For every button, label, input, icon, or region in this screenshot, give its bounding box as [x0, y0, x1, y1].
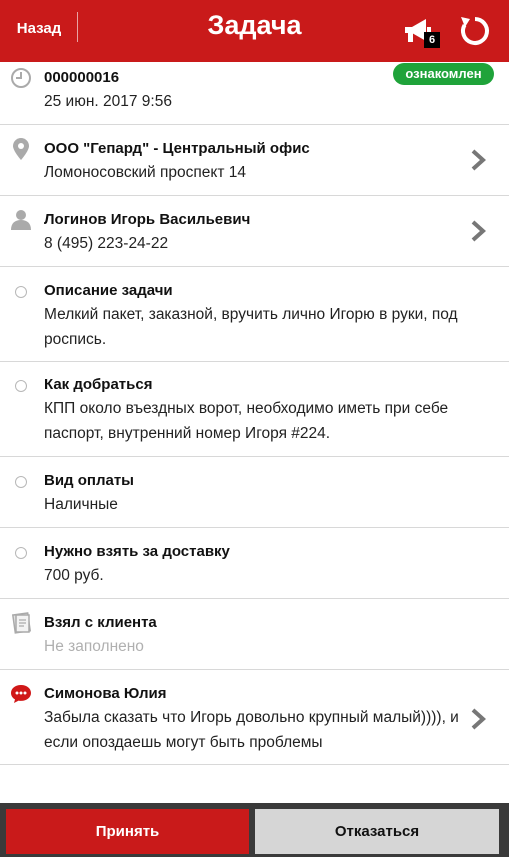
location-pin-icon: [10, 138, 32, 160]
payment-type-title: Вид оплаты: [44, 472, 134, 489]
refresh-button[interactable]: [455, 11, 495, 51]
description-title: Описание задачи: [44, 282, 173, 299]
task-description-row: Описание задачи Мелкий пакет, заказной, …: [0, 267, 509, 362]
task-datetime: 25 июн. 2017 9:56: [44, 93, 172, 110]
task-info-row: 000000016 25 июн. 2017 9:56 ознакомлен: [0, 62, 509, 125]
chat-bubble-icon: [10, 683, 32, 705]
app-header: Назад Задача 6: [0, 0, 509, 62]
client-name: ООО "Гепард" - Центральный офис: [44, 140, 310, 157]
person-icon: [10, 208, 32, 230]
contact-name: Логинов Игорь Васильевич: [44, 211, 251, 228]
radio-icon: [10, 471, 32, 493]
decline-button[interactable]: Отказаться: [255, 809, 499, 854]
client-address: Ломоносовский проспект 14: [44, 164, 247, 181]
action-bar: Принять Отказаться: [0, 803, 509, 857]
notification-count-badge: 6: [424, 32, 440, 48]
taken-from-client-row[interactable]: Взял с клиента Не заполнено: [0, 599, 509, 670]
clock-icon: [10, 67, 32, 89]
directions-row: Как добраться КПП около въездных ворот, …: [0, 362, 509, 457]
delivery-cost-title: Нужно взять за доставку: [44, 543, 230, 560]
delivery-cost-row: Нужно взять за доставку 700 руб.: [0, 528, 509, 599]
taken-from-client-value: Не заполнено: [44, 638, 144, 655]
chevron-right-icon: [471, 708, 486, 730]
contact-person-row[interactable]: Логинов Игорь Васильевич 8 (495) 223-24-…: [0, 196, 509, 267]
taken-from-client-title: Взял с клиента: [44, 614, 157, 631]
directions-text: КПП около въездных ворот, необходимо име…: [44, 400, 449, 442]
chevron-right-icon: [471, 220, 486, 242]
payment-type-value: Наличные: [44, 496, 118, 513]
payment-type-row: Вид оплаты Наличные: [0, 457, 509, 528]
status-badge: ознакомлен: [393, 63, 494, 85]
radio-icon: [10, 375, 32, 397]
announcements-button[interactable]: 6: [402, 12, 448, 52]
back-button[interactable]: Назад: [0, 0, 78, 56]
comment-row[interactable]: Симонова Юлия Забыла сказать что Игорь д…: [0, 670, 509, 765]
refresh-icon: [461, 17, 489, 45]
task-screen: Назад Задача 6 000000016 25 июн. 2017 9:…: [0, 0, 509, 857]
radio-icon: [10, 542, 32, 564]
description-text: Мелкий пакет, заказной, вручить лично Иг…: [44, 306, 458, 348]
comment-author: Симонова Юлия: [44, 685, 167, 702]
comment-text: Забыла сказать что Игорь довольно крупны…: [44, 709, 459, 751]
accept-button[interactable]: Принять: [6, 809, 249, 854]
directions-title: Как добраться: [44, 376, 153, 393]
chevron-right-icon: [471, 149, 486, 171]
contact-phone: 8 (495) 223-24-22: [44, 235, 169, 252]
client-address-row[interactable]: ООО "Гепард" - Центральный офис Ломоносо…: [0, 125, 509, 196]
header-divider: [77, 12, 78, 42]
radio-icon: [10, 281, 32, 303]
delivery-cost-value: 700 руб.: [44, 567, 104, 584]
notes-icon: [10, 612, 32, 634]
